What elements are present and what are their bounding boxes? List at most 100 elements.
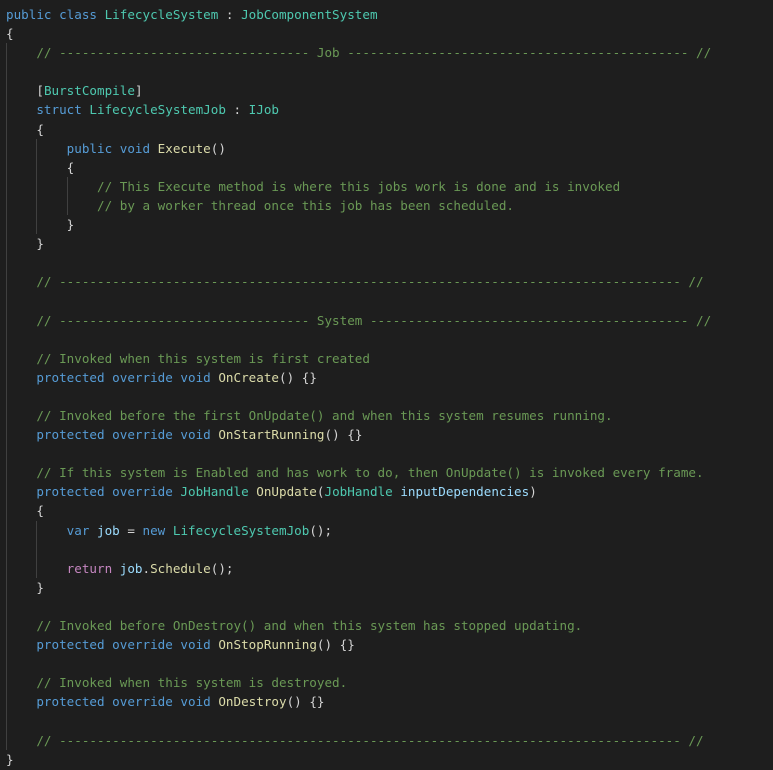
code-token-ty: BurstCompile — [43, 83, 135, 99]
code-token-pn: () {} — [286, 694, 325, 710]
code-token-cm: // -------------------------------------… — [36, 274, 704, 290]
code-token-pn: : — [218, 7, 242, 22]
code-token-fn: OnUpdate — [256, 484, 317, 500]
code-token-fn: OnDestroy — [218, 694, 287, 710]
code-token-kw: public class — [6, 7, 105, 22]
code-line: public class LifecycleSystem : JobCompon… — [6, 5, 771, 24]
code-token-pn: (); — [309, 522, 333, 538]
code-line: } — [6, 215, 771, 234]
code-token-pn: ( — [316, 484, 325, 500]
code-token-pn: [ — [36, 83, 44, 99]
code-token-ctl: return — [66, 560, 120, 576]
code-token-ty: JobComponentSystem — [241, 7, 378, 22]
code-token-cm: // This Execute method is where this job… — [97, 178, 621, 194]
code-line: var job = new LifecycleSystemJob(); — [6, 521, 771, 540]
code-line: } — [6, 234, 771, 253]
code-line: { — [6, 120, 771, 139]
code-token-fn: Execute — [157, 140, 211, 156]
code-line: // This Execute method is where this job… — [6, 177, 771, 196]
code-token-cm: // --------------------------------- Sys… — [36, 312, 712, 328]
code-token-fn: OnCreate — [218, 369, 279, 385]
code-token-fn: Schedule — [150, 560, 211, 576]
code-line: // --------------------------------- Job… — [6, 43, 771, 62]
code-token-cm: // If this system is Enabled and has wor… — [36, 465, 704, 481]
code-token-fn: OnStopRunning — [218, 637, 317, 653]
code-token-cm: // --------------------------------- Job… — [36, 45, 712, 61]
code-line: // If this system is Enabled and has wor… — [6, 463, 771, 482]
code-line: // Invoked before the first OnUpdate() a… — [6, 406, 771, 425]
code-line: // Invoked before OnDestroy() and when t… — [6, 616, 771, 635]
code-token-kw: protected override void — [36, 427, 219, 443]
code-token-pn: = — [119, 522, 143, 538]
code-token-kw: protected override void — [36, 637, 219, 653]
code-line: // -------------------------------------… — [6, 272, 771, 291]
code-token-pn: () {} — [316, 637, 355, 653]
code-token-pn: { — [66, 159, 75, 175]
code-token-ty: JobHandle — [180, 484, 257, 500]
code-area[interactable]: public class LifecycleSystem : JobCompon… — [6, 5, 771, 769]
code-line: { — [6, 501, 771, 520]
code-token-pn: () — [210, 140, 226, 156]
code-line: public void Execute() — [6, 139, 771, 158]
code-token-fn: OnStartRunning — [218, 427, 325, 443]
code-line: protected override JobHandle OnUpdate(Jo… — [6, 482, 771, 501]
code-token-kw: var — [66, 522, 98, 538]
code-token-var: job — [119, 560, 143, 576]
code-line: // by a worker thread once this job has … — [6, 196, 771, 215]
code-token-pn: } — [36, 236, 44, 252]
code-token-pn: } — [66, 217, 75, 233]
code-line: } — [6, 750, 771, 769]
code-line: return job.Schedule(); — [6, 559, 771, 578]
code-token-pn: ] — [134, 83, 143, 99]
code-line: // Invoked when this system is first cre… — [6, 349, 771, 368]
code-token-pn: () {} — [279, 369, 317, 385]
code-token-cm: // Invoked when this system is first cre… — [36, 350, 370, 366]
code-token-kw: new — [142, 522, 173, 538]
code-token-ty: IJob — [248, 102, 279, 118]
code-editor[interactable]: public class LifecycleSystem : JobCompon… — [0, 0, 773, 770]
code-token-ty: LifecycleSystem — [104, 7, 219, 22]
code-line: struct LifecycleSystemJob : IJob — [6, 100, 771, 119]
code-token-pn: } — [36, 579, 44, 595]
code-token-pn: . — [142, 560, 151, 576]
code-token-pn: (); — [210, 560, 234, 576]
code-token-var: inputDependencies — [400, 484, 530, 500]
code-line: // -------------------------------------… — [6, 731, 771, 750]
code-token-pn: : — [225, 102, 249, 118]
code-token-pn: () {} — [324, 427, 363, 443]
code-token-kw: struct — [36, 102, 90, 118]
code-line: // --------------------------------- Sys… — [6, 311, 771, 330]
code-token-ty: JobHandle — [324, 484, 401, 500]
code-token-pn: ) — [529, 484, 537, 500]
code-token-cm: // by a worker thread once this job has … — [97, 197, 515, 213]
code-line: protected override void OnCreate() {} — [6, 368, 771, 387]
